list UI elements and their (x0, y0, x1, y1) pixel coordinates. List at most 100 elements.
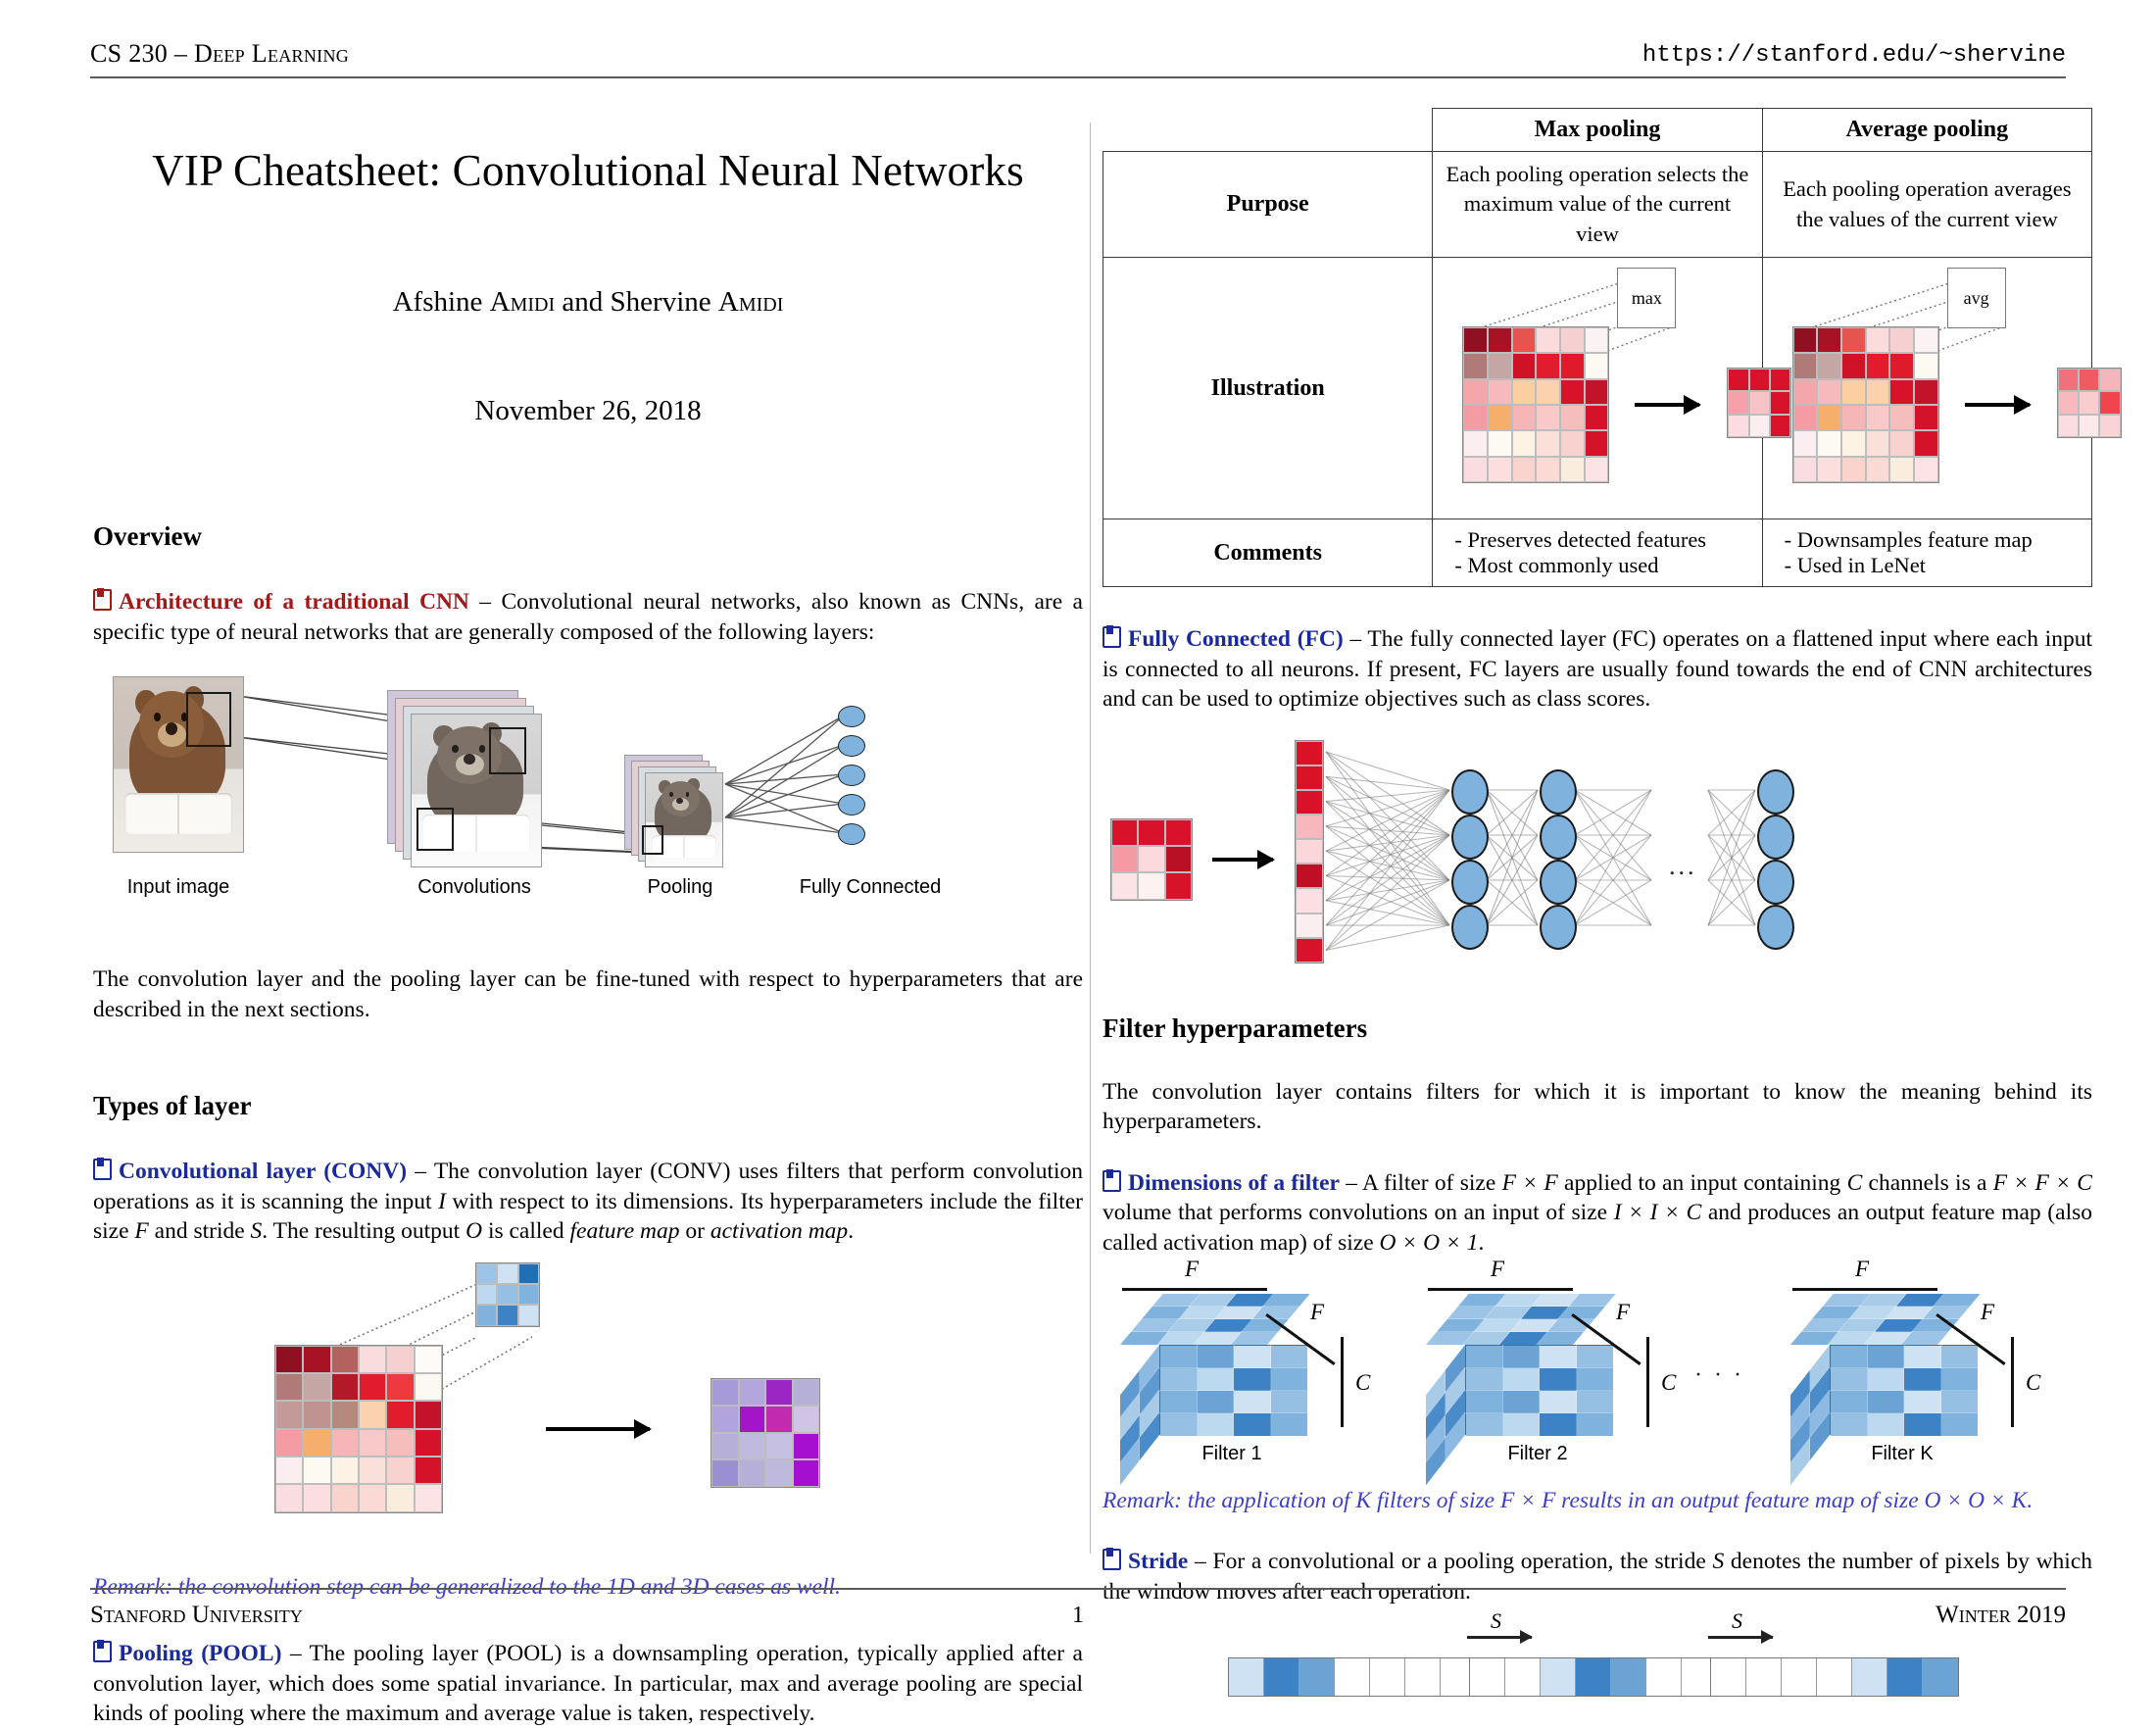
filter-cube-k (1790, 1294, 2035, 1441)
heatmap-cell (1536, 327, 1560, 353)
paragraph-fully-connected: Fully Connected (FC) – The fully connect… (1102, 624, 2092, 715)
heatmap-cell (1817, 457, 1841, 482)
conv-body-4: . The resulting output (262, 1218, 466, 1244)
cube-cell (1540, 1368, 1577, 1391)
conv-arrow-icon (546, 1427, 650, 1431)
author-surname-2: Amidi (718, 286, 784, 318)
heatmap-cell (303, 1373, 330, 1401)
pooling-comparison-table: Max pooling Average pooling Purpose Each… (1102, 108, 2092, 587)
heatmap-cell (1817, 430, 1841, 456)
heatmap-cell (1560, 353, 1585, 378)
stride-arrow-icon-1 (1467, 1636, 1532, 1639)
heatmap-cell (415, 1457, 442, 1484)
heatmap-cell (1560, 430, 1585, 456)
heatmap-cell (711, 1433, 739, 1460)
heatmap-cell (711, 1379, 739, 1407)
heatmap-cell (1914, 430, 1938, 456)
stride-cell (1229, 1658, 1264, 1696)
heatmap-cell (386, 1346, 414, 1373)
header-url[interactable]: https://stanford.edu/~shervine (1642, 42, 2066, 69)
heatmap-cell (2058, 369, 2079, 391)
heatmap-cell (1866, 457, 1890, 482)
left-column: VIP Cheatsheet: Convolutional Neural Net… (93, 108, 1083, 1729)
heatmap-cell (739, 1459, 766, 1487)
heatmap-cell (275, 1484, 303, 1511)
heatmap-cell (275, 1346, 303, 1373)
author-pre: Afshine (393, 286, 490, 318)
heatmap-cell (1889, 405, 1914, 430)
cube-cell (1577, 1413, 1614, 1436)
fc-output-node (838, 794, 865, 815)
heatmap-cell (2099, 415, 2120, 437)
comment-line: - Preserves detected features (1454, 527, 1751, 553)
heatmap-cell (1889, 353, 1914, 378)
cube-cell (1198, 1413, 1235, 1436)
cube-cell (1868, 1413, 1905, 1436)
fc-output-node (838, 823, 865, 845)
cube-cell (1941, 1346, 1979, 1368)
stride-cell (1817, 1658, 1852, 1696)
heatmap-cell (1817, 379, 1841, 405)
fc-edges (1102, 732, 2092, 972)
figure-label-fully-connected: Fully Connected (784, 876, 956, 899)
dim-label-c-1: C (1355, 1370, 1370, 1396)
symbol-IxIxC: I × I × C (1614, 1200, 1702, 1225)
cube-cell (1466, 1368, 1503, 1391)
comment-line: - Downsamples feature map (1785, 527, 2082, 553)
table-corner-cell (1103, 109, 1433, 152)
max-tag-box: max (1617, 268, 1676, 328)
heatmap-cell (739, 1379, 766, 1407)
heatmap-cell (765, 1459, 793, 1487)
stride-cell (1470, 1658, 1505, 1696)
avg-pooling-illustration: avg (1773, 266, 2082, 511)
heatmap-cell (1560, 327, 1585, 353)
table-row-purpose: Purpose Each pooling operation selects t… (1103, 152, 2092, 258)
heatmap-cell (765, 1433, 793, 1460)
heatmap-cell (518, 1305, 539, 1325)
cube-cell (1941, 1413, 1979, 1436)
keyword-architecture-cnn: Architecture of a traditional CNN (119, 589, 469, 615)
cube-cell (1868, 1391, 1905, 1413)
bullet-icon (1102, 1170, 1128, 1196)
heatmap-cell (1889, 379, 1914, 405)
conv-body-7: . (848, 1218, 854, 1244)
stride-cell (1335, 1658, 1370, 1696)
stride-body-1: – For a convolutional or a pooling opera… (1188, 1549, 1712, 1574)
cube-cell (1831, 1413, 1868, 1436)
heatmap-cell (415, 1429, 442, 1457)
heatmap-cell (1793, 430, 1818, 456)
cube-top-face (1426, 1294, 1616, 1345)
cube-cell (1271, 1346, 1308, 1368)
stride-cell (1299, 1658, 1335, 1696)
heatmap-cell (1463, 430, 1488, 456)
row-header-purpose: Purpose (1103, 152, 1433, 258)
paragraph-stride: Stride – For a convolutional or a poolin… (1102, 1547, 2092, 1606)
remark-k-filters: Remark: the application of K filters of … (1102, 1486, 2092, 1516)
symbol-FxFxC: F × F × C (1993, 1170, 2092, 1196)
stride-cell (1923, 1658, 1958, 1696)
conv-filter-grid (475, 1262, 540, 1327)
heatmap-cell (1866, 430, 1890, 456)
dim-label-f-side-k: F (1981, 1300, 1994, 1325)
heatmap-cell (2099, 369, 2120, 391)
paragraph-architecture: Architecture of a traditional CNN – Conv… (93, 587, 1083, 647)
figure-label-convolutions: Convolutions (405, 876, 544, 899)
dim-arrow-f-top-k (1792, 1288, 1937, 1291)
heatmap-cell (739, 1433, 766, 1460)
heatmap-cell (765, 1379, 793, 1407)
fc-ellipsis: ... (1669, 852, 1697, 881)
heatmap-cell (1841, 430, 1866, 456)
stride-strip-1 (1228, 1657, 1477, 1697)
heatmap-cell (1536, 457, 1560, 482)
dims-body-6: . (1478, 1230, 1484, 1256)
cube-cell (1271, 1413, 1308, 1436)
heatmap-cell (497, 1284, 517, 1305)
symbol-OxOx1: O × O × 1 (1380, 1230, 1479, 1256)
heatmap-cell (1793, 327, 1818, 353)
heatmap-cell (711, 1459, 739, 1487)
fc-neuron (1757, 905, 1794, 950)
stride-cell (1711, 1658, 1746, 1696)
stride-cell (1611, 1658, 1646, 1696)
paragraph-conv-layer: Convolutional layer (CONV) – The convolu… (93, 1157, 1083, 1247)
symbol-S: S (251, 1218, 263, 1244)
